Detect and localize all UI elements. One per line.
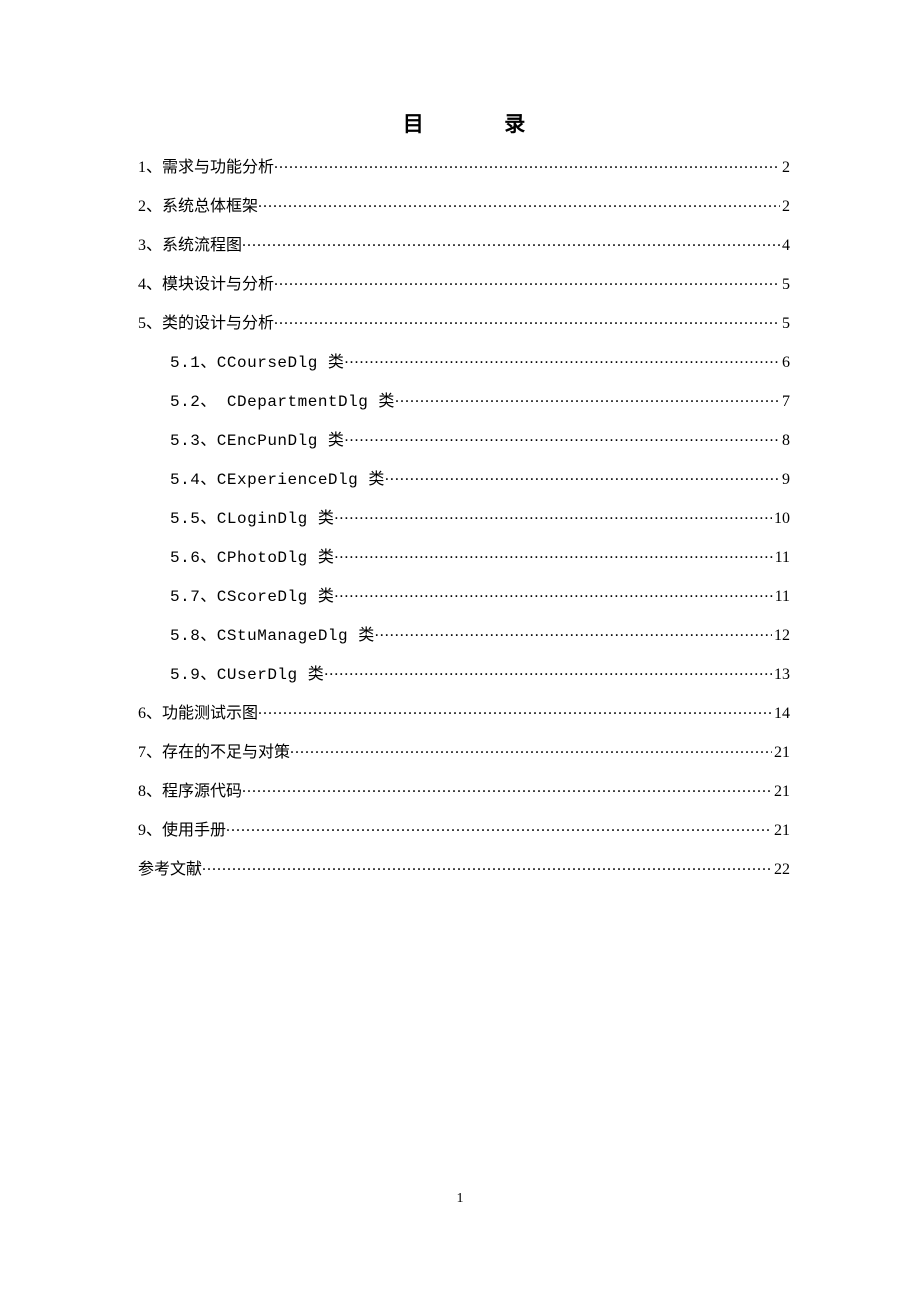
toc-dots (274, 156, 780, 172)
toc-entry-label: 4、模块设计与分析 (138, 277, 274, 293)
toc-entry-page: 7 (780, 394, 790, 410)
toc-entry-label: 2、系统总体框架 (138, 199, 258, 215)
toc-entry-page: 22 (772, 862, 790, 878)
toc-entry-page: 14 (772, 706, 790, 722)
toc-entry: 6、功能测试示图 14 (138, 702, 790, 722)
toc-dots (258, 195, 780, 211)
toc-entry: 1、需求与功能分析 2 (138, 156, 790, 176)
toc-entry-label: 5.6、CPhotoDlg 类 (170, 550, 334, 566)
toc-entry-page: 5 (780, 316, 790, 332)
toc-dots (202, 858, 772, 874)
toc-dots (290, 741, 772, 757)
toc-entry-label: 7、存在的不足与对策 (138, 745, 290, 761)
toc-dots (242, 780, 772, 796)
toc-entry: 5.8、CStuManageDlg 类 12 (138, 624, 790, 644)
toc-entry-page: 13 (772, 667, 790, 683)
toc-dots (334, 585, 772, 601)
toc-entry-page: 8 (780, 433, 790, 449)
toc-dots (385, 468, 780, 484)
toc-entry-page: 9 (780, 472, 790, 488)
toc-entry-label: 3、系统流程图 (138, 238, 242, 254)
toc-entry: 5.1、CCourseDlg 类 6 (138, 351, 790, 371)
toc-entry-label: 5.5、CLoginDlg 类 (170, 511, 334, 527)
toc-entry-label: 5.7、CScoreDlg 类 (170, 589, 334, 605)
toc-entry: 9、使用手册 21 (138, 819, 790, 839)
toc-entry-label: 8、程序源代码 (138, 784, 242, 800)
toc-entry-page: 21 (772, 784, 790, 800)
toc-entry-label: 5.4、CExperienceDlg 类 (170, 472, 385, 488)
toc-entry-page: 4 (780, 238, 790, 254)
toc-dots (258, 702, 772, 718)
toc-entry: 5.3、CEncPunDlg 类 8 (138, 429, 790, 449)
toc-entry: 5.4、CExperienceDlg 类 9 (138, 468, 790, 488)
toc-entry: 8、程序源代码 21 (138, 780, 790, 800)
toc-entry-page: 12 (772, 628, 790, 644)
toc-dots (334, 546, 772, 562)
toc-entry-page: 21 (772, 745, 790, 761)
toc-entry: 2、系统总体框架 2 (138, 195, 790, 215)
toc-dots (274, 273, 780, 289)
toc-entry-page: 6 (780, 355, 790, 371)
toc-entry: 5.9、CUserDlg 类 13 (138, 663, 790, 683)
toc-entry-label: 1、需求与功能分析 (138, 160, 274, 176)
toc-entry-label: 5、类的设计与分析 (138, 316, 274, 332)
toc-entry-page: 21 (772, 823, 790, 839)
toc-entry: 5.5、CLoginDlg 类 10 (138, 507, 790, 527)
toc-entry-page: 2 (780, 160, 790, 176)
page-number: 1 (0, 1191, 920, 1207)
toc-entry-label: 5.1、CCourseDlg 类 (170, 355, 344, 371)
toc-entry-label: 6、功能测试示图 (138, 706, 258, 722)
toc-dots (334, 507, 772, 523)
toc-dots (242, 234, 780, 250)
toc-entry: 5.2、 CDepartmentDlg 类 7 (138, 390, 790, 410)
toc-dots (344, 351, 780, 367)
toc-entry: 7、存在的不足与对策 21 (138, 741, 790, 761)
toc-entry: 5、类的设计与分析 5 (138, 312, 790, 332)
toc-entry-page: 11 (773, 589, 790, 605)
toc-list: 1、需求与功能分析22、系统总体框架23、系统流程图44、模块设计与分析55、类… (138, 156, 790, 878)
toc-entry-label: 5.2、 CDepartmentDlg 类 (170, 394, 395, 410)
toc-dots (375, 624, 772, 640)
toc-entry-page: 10 (772, 511, 790, 527)
toc-entry-label: 5.9、CUserDlg 类 (170, 667, 324, 683)
toc-entry-label: 5.8、CStuManageDlg 类 (170, 628, 375, 644)
title-char-2: 录 (504, 108, 525, 138)
document-page: 目 录 1、需求与功能分析 2 2、系统总体框架 2 3、系统流程图 4 4、模块设计与分析… (0, 0, 920, 878)
toc-entry-label: 9、使用手册 (138, 823, 226, 839)
toc-entry: 5.7、CScoreDlg 类 11 (138, 585, 790, 605)
toc-entry-page: 2 (780, 199, 790, 215)
toc-dots (344, 429, 780, 445)
toc-entry: 3、系统流程图 4 (138, 234, 790, 254)
toc-entry: 5.6、CPhotoDlg 类 11 (138, 546, 790, 566)
toc-entry: 4、模块设计与分析 5 (138, 273, 790, 293)
toc-entry-label: 5.3、CEncPunDlg 类 (170, 433, 344, 449)
toc-entry-page: 5 (780, 277, 790, 293)
toc-entry-page: 11 (773, 550, 790, 566)
toc-title: 目 录 (138, 108, 790, 138)
toc-entry: 参考文献 22 (138, 858, 790, 878)
title-char-1: 目 (403, 108, 424, 138)
toc-dots (324, 663, 772, 679)
toc-dots (395, 390, 780, 406)
toc-dots (226, 819, 772, 835)
toc-dots (274, 312, 780, 328)
toc-entry-label: 参考文献 (138, 862, 202, 878)
